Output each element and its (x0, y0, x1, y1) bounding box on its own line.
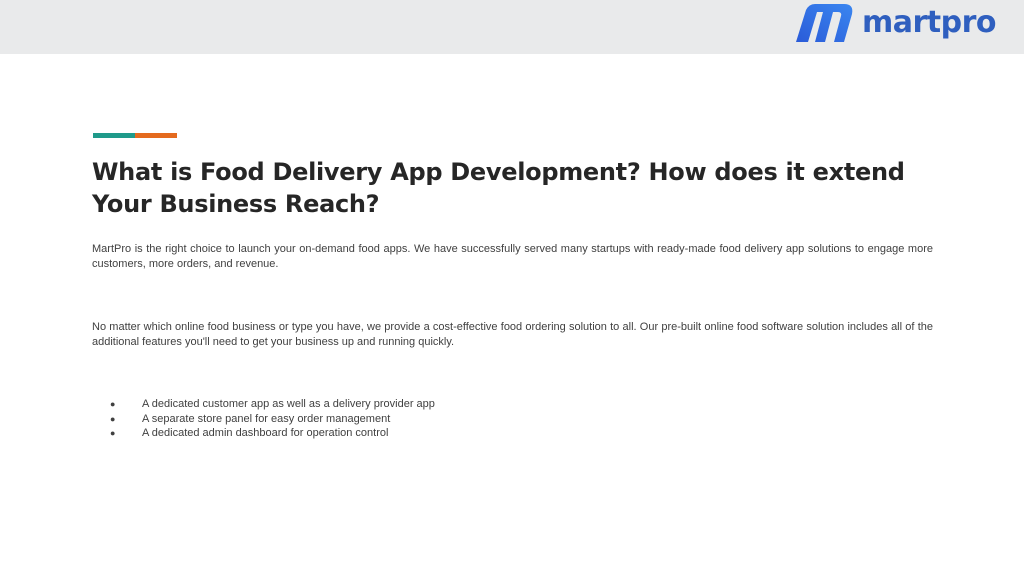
list-item-text: A dedicated customer app as well as a de… (142, 398, 435, 410)
logo-wordmark: martpro (862, 5, 997, 40)
accent-bar-teal (93, 133, 135, 138)
bullet-icon: ● (110, 428, 116, 438)
features-paragraph: No matter which online food business or … (92, 321, 933, 348)
accent-bar-orange (135, 133, 177, 138)
intro-paragraph: MartPro is the right choice to launch yo… (92, 243, 933, 270)
list-item: ● A dedicated admin dashboard for operat… (110, 426, 435, 441)
accent-bar (93, 133, 177, 138)
list-item: ● A dedicated customer app as well as a … (110, 397, 435, 412)
slide: martpro What is Food Delivery App Develo… (0, 0, 1024, 576)
feature-list: ● A dedicated customer app as well as a … (110, 397, 435, 441)
page-title: What is Food Delivery App Development? H… (92, 158, 905, 218)
list-item-text: A dedicated admin dashboard for operatio… (142, 427, 389, 439)
list-item: ● A separate store panel for easy order … (110, 412, 435, 427)
bullet-icon: ● (110, 413, 116, 424)
header-band: martpro (0, 0, 1024, 54)
martpro-logo-mark-icon (796, 4, 853, 42)
bullet-icon: ● (110, 399, 116, 409)
list-item-text: A separate store panel for easy order ma… (142, 412, 391, 425)
martpro-logo: martpro (792, 2, 997, 46)
